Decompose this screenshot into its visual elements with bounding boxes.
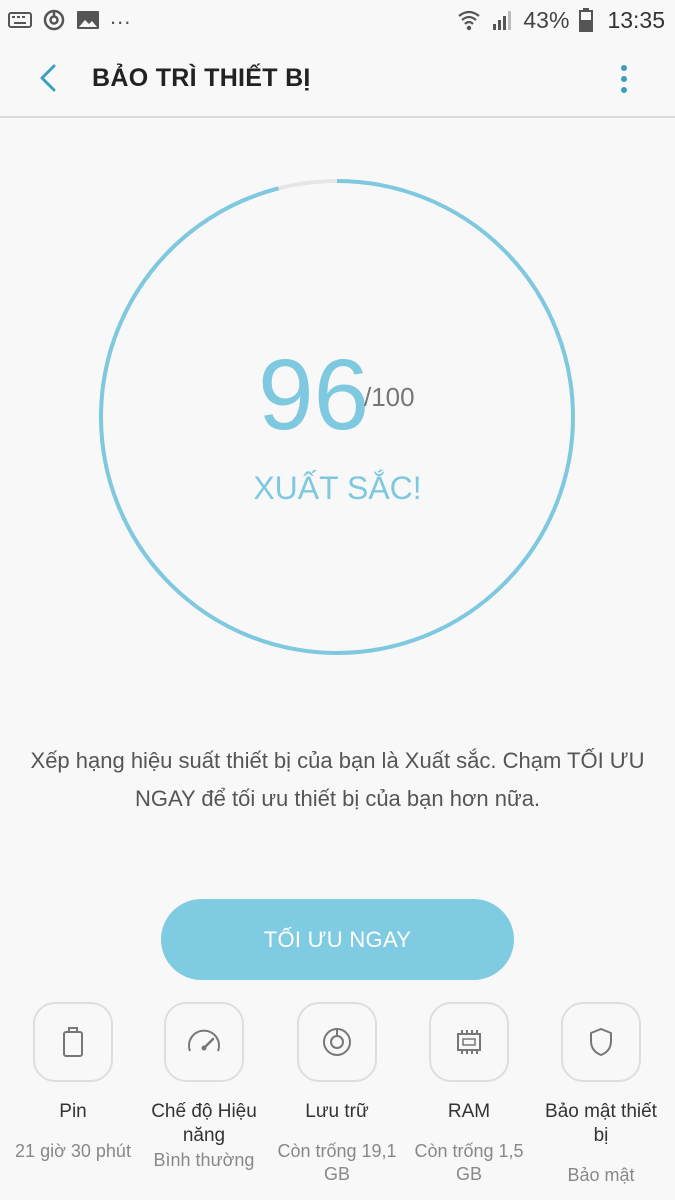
keyboard-icon (8, 10, 32, 30)
clock: 13:35 (607, 6, 665, 33)
status-bar: ... 43% 13:35 (0, 0, 675, 40)
score-rating: XUẤT SẮC! (253, 470, 422, 506)
item-battery-subtitle: 21 giờ 30 phút (15, 1141, 131, 1161)
item-ram-subtitle: Còn trống 1,5 GB (414, 1141, 524, 1184)
item-security-subtitle: Bảo mật (567, 1165, 635, 1185)
performance-description: Xếp hạng hiệu suất thiết bị của bạn là X… (30, 748, 645, 811)
shield-icon (590, 1028, 612, 1056)
item-performance-mode[interactable]: Chế độ Hiệu năng Bình thường (139, 1002, 269, 1172)
wifi-icon (457, 8, 481, 32)
battery-icon (579, 8, 594, 32)
item-performance-title: Chế độ Hiệu năng (151, 1101, 257, 1146)
item-battery-icon-box (33, 1002, 113, 1082)
optimize-now-button[interactable]: TỐI ƯU NGAY (161, 899, 514, 980)
more-options-button[interactable] (609, 64, 639, 94)
chevron-left-icon (40, 64, 56, 92)
score-value: 96 (258, 339, 370, 451)
item-ram-title: RAM (447, 1101, 491, 1122)
item-security[interactable]: Bảo mật thiết bị Bảo mật (536, 1002, 666, 1187)
item-storage[interactable]: Lưu trữ Còn trống 19,1 GB (272, 1002, 402, 1186)
speedometer-icon (188, 1029, 220, 1052)
score-max: /100 (364, 382, 415, 412)
item-security-icon-box (561, 1002, 641, 1082)
item-storage-subtitle: Còn trống 19,1 GB (277, 1141, 397, 1184)
item-ram-icon-box (429, 1002, 509, 1082)
storage-icon (323, 1028, 351, 1056)
item-security-title: Bảo mật thiết bị (545, 1101, 657, 1146)
battery-icon (63, 1027, 83, 1057)
signal-icon (491, 9, 513, 31)
sync-icon (42, 8, 66, 32)
item-storage-icon-box (297, 1002, 377, 1082)
item-performance-subtitle: Bình thường (153, 1150, 255, 1170)
item-battery-title: Pin (59, 1101, 87, 1122)
item-performance-icon-box (164, 1002, 244, 1082)
back-button[interactable] (28, 58, 68, 98)
page-title: BẢO TRÌ THIẾT BỊ (92, 64, 311, 92)
item-storage-title: Lưu trữ (305, 1101, 369, 1122)
app-bar: BẢO TRÌ THIẾT BỊ (0, 40, 675, 118)
item-ram[interactable]: RAM Còn trống 1,5 GB (404, 1002, 534, 1186)
memory-chip-icon (457, 1030, 481, 1054)
more-vertical-icon (621, 65, 627, 93)
maintenance-items: Pin 21 giờ 30 phút Chế độ Hiệu năng Bình… (0, 1002, 675, 1200)
item-battery[interactable]: Pin 21 giờ 30 phút (8, 1002, 138, 1163)
battery-percent: 43% (523, 6, 570, 33)
image-icon (76, 9, 100, 31)
more-notifications-indicator: ... (110, 4, 132, 29)
